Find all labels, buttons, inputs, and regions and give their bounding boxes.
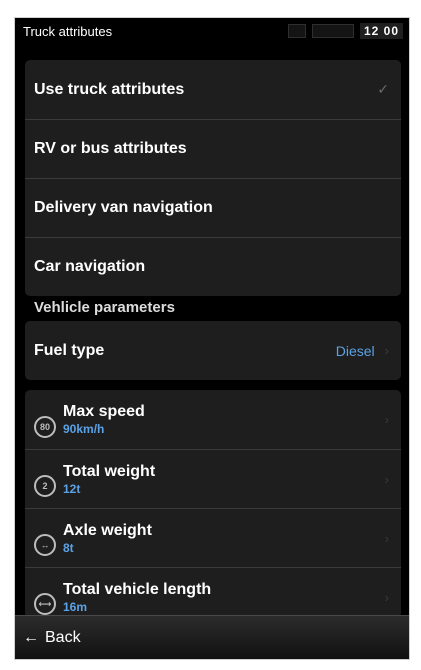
profile-item-label: RV or bus attributes [34, 140, 187, 157]
chevron-right-icon: › [384, 412, 389, 427]
param-row-vehicle-length[interactable]: ⟷ Total vehicle length 16m › [25, 567, 401, 618]
length-icon: ⟷ [34, 593, 56, 615]
param-value: 8t [63, 540, 74, 555]
chevron-right-icon: › [384, 589, 389, 605]
param-row-total-weight[interactable]: 2 Total weight 12t › [25, 449, 401, 508]
section-title: Vehlicle parameters [34, 299, 175, 316]
profile-list: Use truck attributes ✓ RV or bus attribu… [25, 60, 401, 296]
app-window: Truck attributes 12 00 Use truck attribu… [14, 17, 410, 660]
status-bar: Truck attributes 12 00 [15, 18, 409, 44]
profile-item-label: Delivery van navigation [34, 199, 213, 216]
chevron-right-icon: › [384, 530, 389, 546]
signal-icon [311, 24, 354, 38]
chevron-right-icon: › [384, 471, 389, 487]
profile-item-label: Car navigation [34, 258, 146, 275]
checkmark-icon: ✓ [377, 81, 389, 97]
axle-icon: ↔ [34, 534, 56, 556]
clock: 12 00 [359, 23, 403, 39]
profile-item-truck[interactable]: Use truck attributes ✓ [25, 60, 401, 119]
profile-item-label: Use truck attributes [34, 80, 185, 98]
fuel-type-value: Diesel [335, 342, 375, 359]
param-label: Total weight [63, 462, 156, 480]
speed-limit-icon: 80 [34, 415, 56, 438]
param-value: 90km/h [63, 422, 105, 436]
back-label: Back [45, 628, 81, 646]
fuel-group: Fuel type Diesel › [25, 321, 401, 380]
chevron-right-icon: › [384, 343, 389, 358]
param-label: Axle weight [63, 521, 152, 539]
param-value: 12t [63, 481, 81, 496]
weight-icon: 2 [34, 475, 56, 497]
param-row-max-speed[interactable]: 80 Max speed 90km/h › [25, 390, 401, 449]
back-button[interactable]: ← Back [15, 615, 409, 659]
profile-item-delivery-van[interactable]: Delivery van navigation [25, 178, 401, 237]
param-value: 16m [63, 599, 88, 614]
fuel-type-row[interactable]: Fuel type Diesel › [25, 321, 401, 380]
mic-icon [287, 24, 306, 38]
back-arrow-icon: ← [23, 628, 39, 646]
profile-item-car[interactable]: Car navigation [25, 237, 401, 296]
param-row-axle-weight[interactable]: ↔ Axle weight 8t › [25, 508, 401, 567]
param-label: Max speed [63, 403, 145, 420]
profile-item-rv-bus[interactable]: RV or bus attributes [25, 119, 401, 178]
params-list: 80 Max speed 90km/h › 2 Total weight 12t… [25, 390, 401, 618]
param-label: Total vehicle length [63, 580, 212, 598]
fuel-type-label: Fuel type [34, 341, 105, 359]
screen-title: Truck attributes [23, 23, 113, 39]
